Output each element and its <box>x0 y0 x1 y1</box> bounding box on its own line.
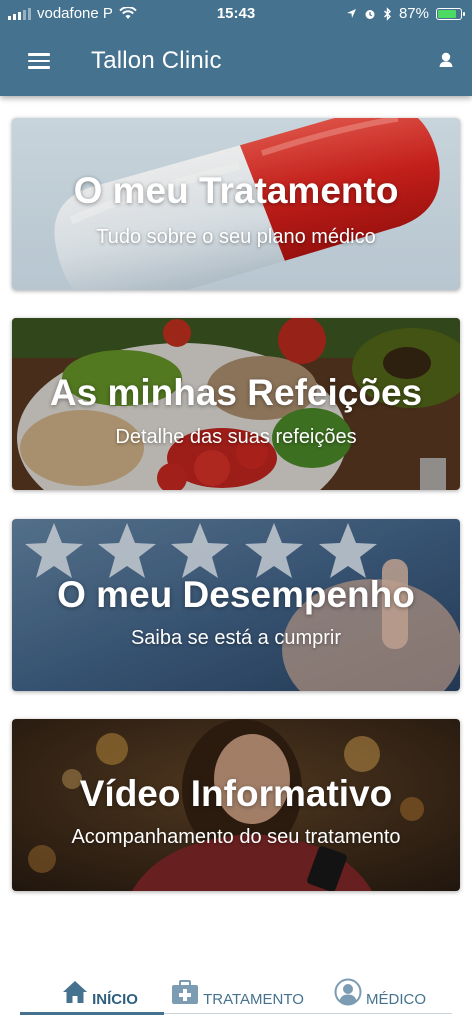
tab-tratamento[interactable]: TRATAMENTO <box>165 970 310 1014</box>
card-subtitle: Acompanhamento do seu tratamento <box>71 826 401 848</box>
location-icon <box>346 9 356 18</box>
battery-percent: 87% <box>398 5 429 22</box>
card-title: Vídeo Informativo <box>79 773 393 814</box>
card-tratamento[interactable]: O meu Tratamento Tudo sobre o seu plano … <box>12 118 460 290</box>
card-video[interactable]: Vídeo Informativo Acompanhamento do seu … <box>12 719 460 891</box>
card-title: As minhas Refeições <box>49 372 423 413</box>
tab-label: TRATAMENTO <box>203 990 304 1008</box>
home-icon <box>63 981 88 1003</box>
top-bar: vodafone P 15:43 87% Tallon Clinic <box>0 0 472 96</box>
user-icon[interactable] <box>432 48 460 74</box>
card-subtitle: Detalhe das suas refeições <box>115 426 357 448</box>
medical-kit-icon <box>172 980 199 1004</box>
card-title: O meu Desempenho <box>57 574 415 615</box>
active-tab-indicator <box>20 1012 164 1015</box>
app-title: Tallon Clinic <box>91 47 222 74</box>
card-title: O meu Tratamento <box>73 170 399 211</box>
alarm-icon <box>365 9 375 19</box>
tab-medico[interactable]: MÉDICO <box>330 970 430 1014</box>
status-right: 87% <box>346 5 465 22</box>
card-subtitle: Tudo sobre o seu plano médico <box>96 226 376 248</box>
battery-icon <box>436 7 465 20</box>
tab-label: MÉDICO <box>366 990 426 1008</box>
card-desempenho[interactable]: O meu Desempenho Saiba se está a cumprir <box>12 519 460 691</box>
hamburger-menu-icon[interactable] <box>22 47 56 75</box>
battery-fill <box>438 9 457 18</box>
card-refeicoes[interactable]: As minhas Refeições Detalhe das suas ref… <box>12 318 460 490</box>
bluetooth-icon <box>383 6 391 21</box>
tab-label: INÍCIO <box>92 990 138 1008</box>
card-subtitle: Saiba se está a cumprir <box>130 627 342 649</box>
tab-inicio[interactable]: INÍCIO <box>50 970 150 1014</box>
status-bar: vodafone P 15:43 87% <box>0 0 472 28</box>
doctor-icon <box>334 978 362 1006</box>
app-header: Tallon Clinic <box>0 28 472 96</box>
